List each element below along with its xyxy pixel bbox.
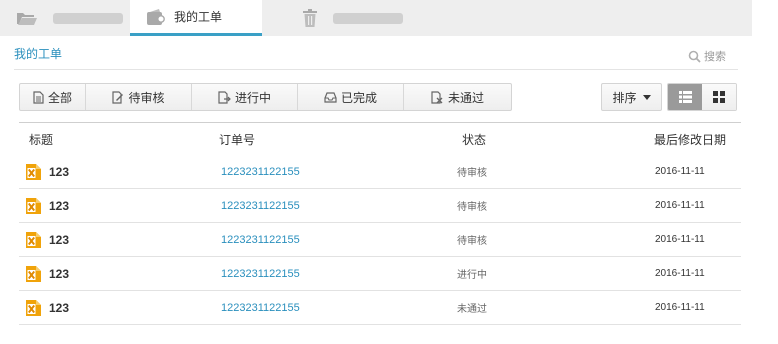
row-title: 123 <box>49 232 70 247</box>
excel-file-icon <box>25 299 42 317</box>
filter-rejected-button[interactable]: 未通过 <box>404 84 511 110</box>
filter-label: 未通过 <box>447 90 484 105</box>
filter-label: 已完成 <box>340 90 377 105</box>
order-number-link[interactable]: 1223231122155 <box>221 257 300 290</box>
excel-file-icon <box>25 265 42 283</box>
filter-completed-button[interactable]: 已完成 <box>298 84 404 110</box>
grid-icon <box>713 91 725 103</box>
filter-all-button[interactable]: 全部 <box>20 84 86 110</box>
table-row[interactable]: 123 1223231122155 待审核 2016-11-11 <box>19 223 741 257</box>
table-header-divider <box>19 122 741 123</box>
row-title-cell: 123 <box>25 155 69 188</box>
filter-label: 全部 <box>47 90 72 105</box>
row-title: 123 <box>49 164 70 179</box>
tab-label-placeholder <box>53 12 123 24</box>
search-button[interactable]: 搜索 <box>688 48 726 64</box>
row-title: 123 <box>49 266 70 281</box>
row-title: 123 <box>49 198 70 213</box>
top-tab-bar: 我的工单 <box>0 0 752 36</box>
row-title-cell: 123 <box>25 223 69 256</box>
status-filter-group: 全部 待审核 进行中 已完成 未通过 <box>19 83 512 111</box>
filter-label: 进行中 <box>234 90 271 105</box>
row-title: 123 <box>49 300 70 315</box>
row-title-cell: 123 <box>25 291 69 324</box>
search-label: 搜索 <box>704 51 726 63</box>
excel-file-icon <box>25 197 42 215</box>
table-row[interactable]: 123 1223231122155 待审核 2016-11-11 <box>19 155 741 189</box>
order-number-link[interactable]: 1223231122155 <box>221 155 300 188</box>
order-number-link[interactable]: 1223231122155 <box>221 189 300 222</box>
tab-my-tickets[interactable]: 我的工单 <box>130 0 262 36</box>
search-icon <box>688 50 701 63</box>
column-header-order: 订单号 <box>219 133 256 147</box>
list-icon <box>678 91 692 103</box>
grid-view-button[interactable] <box>702 84 736 110</box>
page-title: 我的工单 <box>14 47 63 61</box>
document-icon <box>33 90 44 104</box>
status-text: 未通过 <box>457 304 487 315</box>
modified-date: 2016-11-11 <box>655 234 705 245</box>
column-header-date: 最后修改日期 <box>654 133 727 147</box>
modified-date: 2016-11-11 <box>655 302 705 313</box>
inbox-icon <box>324 91 337 103</box>
modified-date: 2016-11-11 <box>655 166 705 177</box>
list-view-button[interactable] <box>668 84 702 110</box>
table-row[interactable]: 123 1223231122155 未通过 2016-11-11 <box>19 291 741 325</box>
export-document-icon <box>218 90 231 104</box>
order-number-link[interactable]: 1223231122155 <box>221 291 300 324</box>
trash-icon <box>300 8 320 28</box>
status-text: 待审核 <box>457 202 487 213</box>
excel-file-icon <box>25 231 42 249</box>
cancel-document-icon <box>431 90 444 104</box>
view-toggle <box>667 83 737 111</box>
wallet-icon <box>146 8 166 26</box>
table-row[interactable]: 123 1223231122155 待审核 2016-11-11 <box>19 189 741 223</box>
excel-file-icon <box>25 163 42 181</box>
filter-label: 待审核 <box>128 90 165 105</box>
folder-open-icon <box>16 10 38 26</box>
column-header-status: 状态 <box>462 133 487 147</box>
filter-pending-button[interactable]: 待审核 <box>86 84 192 110</box>
tab-folder[interactable] <box>16 0 124 36</box>
modified-date: 2016-11-11 <box>655 200 705 211</box>
status-text: 进行中 <box>457 270 487 281</box>
status-text: 待审核 <box>457 236 487 247</box>
sort-dropdown[interactable]: 排序 <box>601 83 662 111</box>
tab-label-placeholder <box>333 12 403 24</box>
tab-trash[interactable] <box>300 0 410 36</box>
tab-label: 我的工单 <box>174 10 223 24</box>
table-row[interactable]: 123 1223231122155 进行中 2016-11-11 <box>19 257 741 291</box>
divider <box>14 69 738 70</box>
caret-down-icon <box>642 94 651 100</box>
row-title-cell: 123 <box>25 257 69 290</box>
filter-in-progress-button[interactable]: 进行中 <box>192 84 298 110</box>
edit-document-icon <box>112 90 124 104</box>
sort-label: 排序 <box>612 90 637 105</box>
order-number-link[interactable]: 1223231122155 <box>221 223 300 256</box>
status-text: 待审核 <box>457 168 487 179</box>
column-header-title: 标题 <box>29 133 54 147</box>
row-title-cell: 123 <box>25 189 69 222</box>
modified-date: 2016-11-11 <box>655 268 705 279</box>
